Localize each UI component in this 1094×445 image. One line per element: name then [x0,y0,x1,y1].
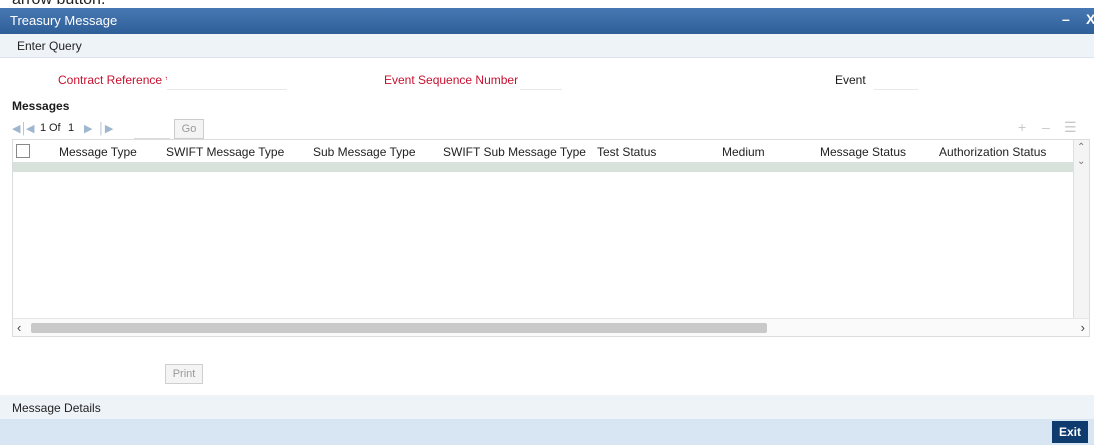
messages-section-title: Messages [12,99,70,113]
footer-bar: Exit [0,419,1094,445]
print-button[interactable]: Print [165,364,203,384]
horizontal-scrollbar[interactable]: ‹ › [13,318,1089,336]
single-view-icon[interactable]: ☰ [1064,119,1077,136]
last-page-icon[interactable]: │▶ [98,122,113,135]
exit-button[interactable]: Exit [1052,421,1088,443]
enter-query-button[interactable]: Enter Query [17,39,82,53]
page-total: 1 [68,122,75,134]
delete-row-icon[interactable]: – [1042,119,1050,135]
column-header-message-status[interactable]: Message Status [820,145,906,159]
message-details-button[interactable]: Message Details [12,401,101,415]
column-header-sub-message-type[interactable]: Sub Message Type [313,145,416,159]
messages-grid: Message Type SWIFT Message Type Sub Mess… [12,139,1090,337]
scroll-right-icon[interactable]: › [1081,320,1085,335]
column-header-message-type[interactable]: Message Type [59,145,137,159]
window-title: Treasury Message [10,13,118,28]
scroll-down-icon[interactable]: ⌄ [1077,156,1085,167]
vertical-scrollbar[interactable]: ⌃ ⌄ [1073,140,1089,318]
previous-page-icon[interactable]: ◀ [26,122,34,135]
go-button[interactable]: Go [174,119,204,139]
contract-reference-input[interactable] [167,68,287,90]
column-header-authorization-status[interactable]: Authorization Status [939,145,1046,159]
window-title-bar: Treasury Message – X [0,8,1094,34]
column-header-swift-message-type[interactable]: SWIFT Message Type [166,145,284,159]
table-row[interactable] [13,162,1075,172]
message-details-bar: Message Details [0,395,1094,419]
column-header-swift-sub-message-type[interactable]: SWIFT Sub Message Type [443,145,586,159]
close-icon[interactable]: X [1086,11,1094,27]
contract-reference-label: Contract Reference * [58,73,171,87]
column-header-medium[interactable]: Medium [722,145,765,159]
event-sequence-number-label: Event Sequence Number * [384,73,527,87]
top-text: arrow button. [12,0,105,8]
horizontal-scroll-thumb[interactable] [31,323,767,333]
previous-page-text-fragment: arrow button. [0,0,1094,8]
messages-pager: ◀│ ◀ 1 Of 1 ▶ │▶ Go + – ☰ [12,119,1094,139]
event-label: Event [835,73,866,87]
toolbar: Enter Query [0,34,1094,58]
event-input[interactable] [874,68,918,90]
page-of-label: Of [49,122,61,134]
scroll-up-icon[interactable]: ⌃ [1077,142,1085,153]
select-all-checkbox[interactable] [16,144,30,158]
page-current: 1 [40,122,47,134]
add-row-icon[interactable]: + [1018,119,1026,135]
event-sequence-number-input[interactable] [520,68,562,90]
next-page-icon[interactable]: ▶ [84,122,92,135]
minimize-icon[interactable]: – [1062,11,1070,27]
scroll-left-icon[interactable]: ‹ [17,320,21,335]
grid-header: Message Type SWIFT Message Type Sub Mess… [13,140,1071,162]
column-header-test-status[interactable]: Test Status [597,145,656,159]
query-form: Contract Reference * Event Sequence Numb… [0,66,1094,92]
page-number-input[interactable] [134,119,170,139]
